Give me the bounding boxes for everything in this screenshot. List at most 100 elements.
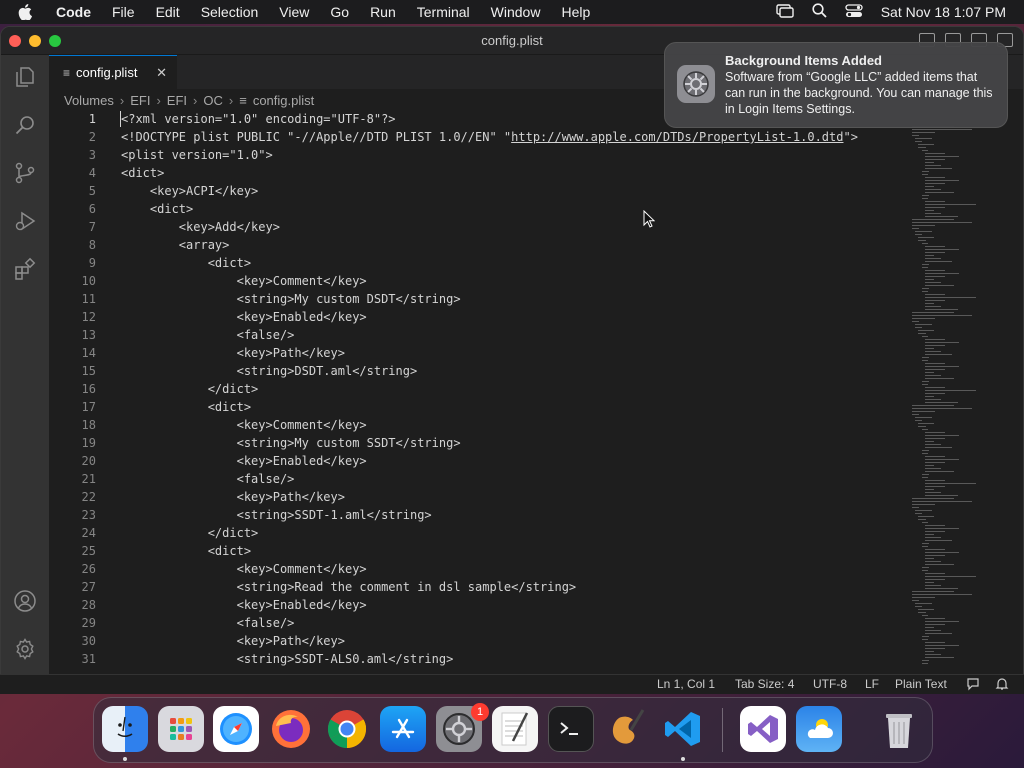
status-eol[interactable]: LF	[865, 677, 879, 691]
status-cursor-position[interactable]: Ln 1, Col 1	[657, 677, 715, 691]
breadcrumb-item-efi[interactable]: EFI	[130, 93, 150, 108]
line-text[interactable]: <key>Path</key>	[121, 488, 345, 506]
menu-app-name[interactable]: Code	[56, 4, 91, 20]
window-minimize-button[interactable]	[29, 35, 41, 47]
line-text[interactable]: <key>Comment</key>	[121, 560, 367, 578]
notifications-bell-icon[interactable]	[995, 677, 1009, 694]
chrome-icon[interactable]	[324, 706, 370, 752]
line-text[interactable]: <dict>	[121, 254, 251, 272]
line-text[interactable]: <dict>	[121, 164, 164, 182]
code-line[interactable]: 29 <false/>	[48, 614, 908, 632]
menu-edit[interactable]: Edit	[156, 4, 180, 20]
code-line[interactable]: 3 <plist version="1.0">	[48, 146, 908, 164]
code-line[interactable]: 4 <dict>	[48, 164, 908, 182]
breadcrumb-item-oc[interactable]: OC	[203, 93, 223, 108]
manage-gear-icon[interactable]	[11, 635, 39, 663]
line-text[interactable]: <!DOCTYPE plist PUBLIC "-//Apple//DTD PL…	[121, 128, 858, 146]
source-control-icon[interactable]	[11, 159, 39, 187]
line-text[interactable]: <key>Add</key>	[121, 218, 280, 236]
line-text[interactable]: </dict>	[121, 380, 259, 398]
safari-icon[interactable]	[213, 706, 259, 752]
line-text[interactable]: <key>Path</key>	[121, 344, 345, 362]
code-line[interactable]: 24 </dict>	[48, 524, 908, 542]
breadcrumb-item-efi-2[interactable]: EFI	[167, 93, 187, 108]
menu-terminal[interactable]: Terminal	[417, 4, 470, 20]
line-text[interactable]: <string>SSDT-ALS0.aml</string>	[121, 650, 454, 668]
code-line[interactable]: 5 <key>ACPI</key>	[48, 182, 908, 200]
code-line[interactable]: 6 <dict>	[48, 200, 908, 218]
app-store-icon[interactable]	[380, 706, 426, 752]
line-text[interactable]: <key>Comment</key>	[121, 416, 367, 434]
line-text[interactable]: <dict>	[121, 200, 193, 218]
dtd-link[interactable]: http://www.apple.com/DTDs/PropertyList-1…	[511, 130, 843, 144]
screen-mirroring-icon[interactable]	[776, 3, 794, 21]
instruments-icon[interactable]	[604, 706, 650, 752]
search-icon[interactable]	[11, 111, 39, 139]
code-line[interactable]: 23 <string>SSDT-1.aml</string>	[48, 506, 908, 524]
line-text[interactable]: <false/>	[121, 326, 295, 344]
menu-run[interactable]: Run	[370, 4, 396, 20]
code-line[interactable]: 21 <false/>	[48, 470, 908, 488]
vscode-icon[interactable]	[660, 706, 706, 752]
textedit-icon[interactable]	[492, 706, 538, 752]
menubar-clock[interactable]: Sat Nov 18 1:07 PM	[881, 4, 1006, 20]
code-line[interactable]: 28 <key>Enabled</key>	[48, 596, 908, 614]
code-line[interactable]: 10 <key>Comment</key>	[48, 272, 908, 290]
code-line[interactable]: 11 <string>My custom DSDT</string>	[48, 290, 908, 308]
code-line[interactable]: 13 <false/>	[48, 326, 908, 344]
extensions-icon[interactable]	[11, 255, 39, 283]
window-close-button[interactable]	[9, 35, 21, 47]
code-line[interactable]: 26 <key>Comment</key>	[48, 560, 908, 578]
line-text[interactable]: </dict>	[121, 524, 259, 542]
code-line[interactable]: 12 <key>Enabled</key>	[48, 308, 908, 326]
line-text[interactable]: <string>SSDT-1.aml</string>	[121, 506, 432, 524]
breadcrumb-item-volumes[interactable]: Volumes	[64, 93, 114, 108]
minimap[interactable]	[908, 126, 1008, 672]
control-center-icon[interactable]	[845, 3, 863, 21]
line-text[interactable]: <key>ACPI</key>	[121, 182, 258, 200]
code-line[interactable]: 7 <key>Add</key>	[48, 218, 908, 236]
line-text[interactable]: <plist version="1.0">	[121, 146, 273, 164]
line-text[interactable]: <key>Enabled</key>	[121, 308, 367, 326]
code-line[interactable]: 31 <string>SSDT-ALS0.aml</string>	[48, 650, 908, 668]
breadcrumb-item-file[interactable]: config.plist	[253, 93, 314, 108]
feedback-icon[interactable]	[966, 677, 980, 694]
menu-file[interactable]: File	[112, 4, 135, 20]
background-items-notification[interactable]: Background Items Added Software from “Go…	[664, 42, 1008, 128]
line-text[interactable]: <key>Enabled</key>	[121, 452, 367, 470]
status-encoding[interactable]: UTF-8	[813, 677, 847, 691]
tab-config-plist[interactable]: ≡ config.plist ✕	[49, 55, 177, 89]
menu-selection[interactable]: Selection	[201, 4, 259, 20]
firefox-icon[interactable]	[268, 706, 314, 752]
menu-window[interactable]: Window	[491, 4, 541, 20]
trash-icon[interactable]	[876, 706, 922, 752]
spotlight-search-icon[interactable]	[812, 3, 827, 21]
code-line[interactable]: 20 <key>Enabled</key>	[48, 452, 908, 470]
line-text[interactable]: <dict>	[121, 542, 251, 560]
code-line[interactable]: 8 <array>	[48, 236, 908, 254]
code-line[interactable]: 22 <key>Path</key>	[48, 488, 908, 506]
line-text[interactable]: <string>Read the comment in dsl sample</…	[121, 578, 577, 596]
close-tab-icon[interactable]: ✕	[156, 65, 167, 81]
code-line[interactable]: 19 <string>My custom SSDT</string>	[48, 434, 908, 452]
line-text[interactable]: <string>My custom SSDT</string>	[121, 434, 461, 452]
code-line[interactable]: 9 <dict>	[48, 254, 908, 272]
visual-studio-icon[interactable]	[740, 706, 786, 752]
weather-icon[interactable]	[796, 706, 842, 752]
window-zoom-button[interactable]	[49, 35, 61, 47]
menu-help[interactable]: Help	[561, 4, 590, 20]
run-debug-icon[interactable]	[11, 207, 39, 235]
code-line[interactable]: 17 <dict>	[48, 398, 908, 416]
launchpad-icon[interactable]	[158, 706, 204, 752]
code-line[interactable]: 15 <string>DSDT.aml</string>	[48, 362, 908, 380]
explorer-icon[interactable]	[11, 63, 39, 91]
code-line[interactable]: 27 <string>Read the comment in dsl sampl…	[48, 578, 908, 596]
apple-menu-icon[interactable]	[18, 4, 40, 20]
line-text[interactable]: <dict>	[121, 398, 251, 416]
code-editor[interactable]: 1 <?xml version="1.0" encoding="UTF-8"?> 2…	[48, 110, 908, 672]
line-text[interactable]: <false/>	[121, 470, 295, 488]
code-line[interactable]: 25 <dict>	[48, 542, 908, 560]
code-line[interactable]: 30 <key>Path</key>	[48, 632, 908, 650]
status-language-mode[interactable]: Plain Text	[895, 677, 947, 691]
terminal-icon[interactable]	[548, 706, 594, 752]
